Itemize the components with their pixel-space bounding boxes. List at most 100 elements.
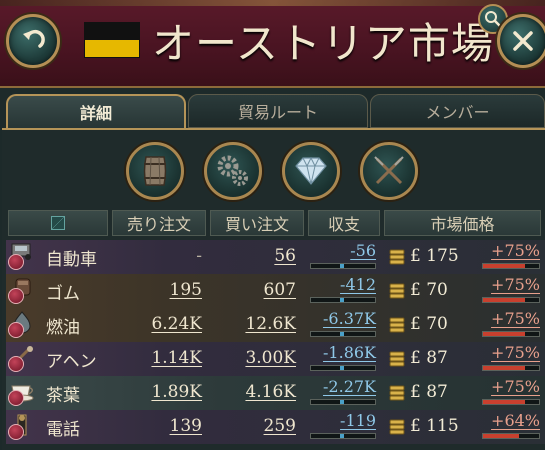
coin-stack-icon [389, 419, 405, 435]
balance-bar [310, 433, 376, 439]
balance-value: -2.27K [323, 377, 376, 396]
diamond-icon [295, 156, 327, 185]
goods-badge-icon [8, 288, 24, 304]
goods-name: 電話 [46, 420, 80, 440]
tea-icon [6, 378, 38, 408]
price-change-cell[interactable]: +75% [482, 241, 542, 273]
price-change-bar [482, 331, 540, 337]
balance-bar [310, 365, 376, 371]
goods-name: ゴム [46, 284, 80, 304]
table-row[interactable]: 燃油 6.24K 12.6K -6.37K £ 70 +75% [6, 308, 545, 342]
search-icon [485, 11, 502, 28]
balance-cell[interactable]: -119 [308, 411, 380, 443]
coin-stack-icon [389, 317, 405, 333]
table-row[interactable]: アヘン 1.14K 3.00K -1.86K £ 87 +75% [6, 342, 545, 376]
goods-badge-icon [8, 254, 24, 270]
table-row[interactable]: 自動車 - 56 -56 £ 175 +75% [6, 240, 545, 274]
buy-orders-value[interactable]: 259 [264, 416, 296, 436]
buy-orders-value[interactable]: 4.16K [245, 382, 296, 402]
balance-value: -56 [350, 241, 376, 260]
buy-orders-value[interactable]: 56 [274, 246, 296, 266]
price-change-cell[interactable]: +75% [482, 343, 542, 375]
buy-orders-value[interactable]: 3.00K [245, 348, 296, 368]
balance-header[interactable]: 収支 [308, 210, 380, 236]
category-military-button[interactable] [360, 142, 418, 200]
balance-value: -6.37K [323, 309, 376, 328]
price-change-cell[interactable]: +75% [482, 309, 542, 341]
goods-badge-icon [8, 322, 24, 338]
barrel-icon [143, 156, 167, 186]
market-price-value: £ 70 [410, 280, 448, 300]
austria-flag [84, 22, 140, 58]
price-change-value: +75% [491, 343, 540, 362]
price-change-cell[interactable]: +75% [482, 275, 542, 307]
sell-orders-value[interactable]: 6.24K [151, 314, 202, 334]
market-header: オーストリア市場 [0, 0, 545, 88]
sell-orders-header[interactable]: 売り注文 [112, 210, 206, 236]
goods-badge-icon [8, 390, 24, 406]
table-row[interactable]: ゴム 195 607 -412 £ 70 +75% [6, 274, 545, 308]
back-arrow-icon [23, 29, 45, 48]
price-change-cell[interactable]: +75% [482, 377, 542, 409]
balance-bar [310, 263, 376, 269]
close-button[interactable] [497, 14, 545, 68]
coin-stack-icon [389, 385, 405, 401]
price-change-bar [482, 433, 540, 439]
coin-stack-icon [389, 249, 405, 265]
opium-icon [6, 344, 38, 374]
balance-bar [310, 297, 376, 303]
back-button[interactable] [6, 14, 60, 68]
balance-cell[interactable]: -2.27K [308, 377, 380, 409]
balance-cell[interactable]: -1.86K [308, 343, 380, 375]
category-industry-button[interactable] [204, 142, 262, 200]
sell-orders-value[interactable]: 1.89K [151, 382, 202, 402]
buy-orders-value[interactable]: 12.6K [245, 314, 296, 334]
price-change-value: +75% [491, 377, 540, 396]
price-change-bar [482, 263, 540, 269]
balance-cell[interactable]: -6.37K [308, 309, 380, 341]
sell-orders-value[interactable]: 1.14K [151, 348, 202, 368]
price-change-value: +64% [491, 411, 540, 430]
goods-badge-icon [8, 356, 24, 372]
crossed-rifles-icon [374, 156, 404, 185]
gears-icon [217, 155, 248, 186]
balance-value: -412 [340, 275, 376, 294]
select-all-column[interactable] [8, 210, 108, 236]
category-raw-goods-button[interactable] [126, 142, 184, 200]
price-change-bar [482, 365, 540, 371]
balance-cell[interactable]: -56 [308, 241, 380, 273]
category-luxury-button[interactable] [282, 142, 340, 200]
buy-orders-value[interactable]: 607 [264, 280, 296, 300]
market-price-header[interactable]: 市場価格 [384, 210, 541, 236]
goods-name: 茶葉 [46, 386, 80, 406]
oil-icon [6, 310, 38, 340]
rubber-icon [6, 276, 38, 306]
market-price-value: £ 87 [410, 382, 448, 402]
buy-orders-header[interactable]: 買い注文 [210, 210, 304, 236]
balance-value: -1.86K [323, 343, 376, 362]
balance-bar [310, 331, 376, 337]
tab-trade-routes[interactable]: 貿易ルート [188, 94, 368, 128]
table-row[interactable]: 茶葉 1.89K 4.16K -2.27K £ 87 +75% [6, 376, 545, 410]
sell-orders-value[interactable]: 195 [170, 280, 202, 300]
tab-members[interactable]: メンバー [370, 94, 545, 128]
price-change-bar [482, 399, 540, 405]
balance-value: -119 [340, 411, 376, 430]
balance-bar [310, 399, 376, 405]
close-icon [513, 31, 533, 51]
coin-stack-icon [389, 283, 405, 299]
table-row[interactable]: 電話 139 259 -119 £ 115 +64% [6, 410, 545, 444]
market-price-value: £ 175 [410, 246, 459, 266]
balance-cell[interactable]: -412 [308, 275, 380, 307]
goods-name: 自動車 [46, 250, 97, 270]
price-change-value: +75% [491, 241, 540, 260]
sell-orders-value[interactable]: 139 [170, 416, 202, 436]
goods-name: 燃油 [46, 318, 80, 338]
page-title: オーストリア市場 [152, 19, 494, 68]
price-change-value: +75% [491, 309, 540, 328]
checkbox-icon [51, 216, 65, 230]
car-icon [6, 242, 38, 272]
tab-details[interactable]: 詳細 [6, 94, 186, 128]
price-change-cell[interactable]: +64% [482, 411, 542, 443]
goods-name: アヘン [46, 352, 97, 372]
